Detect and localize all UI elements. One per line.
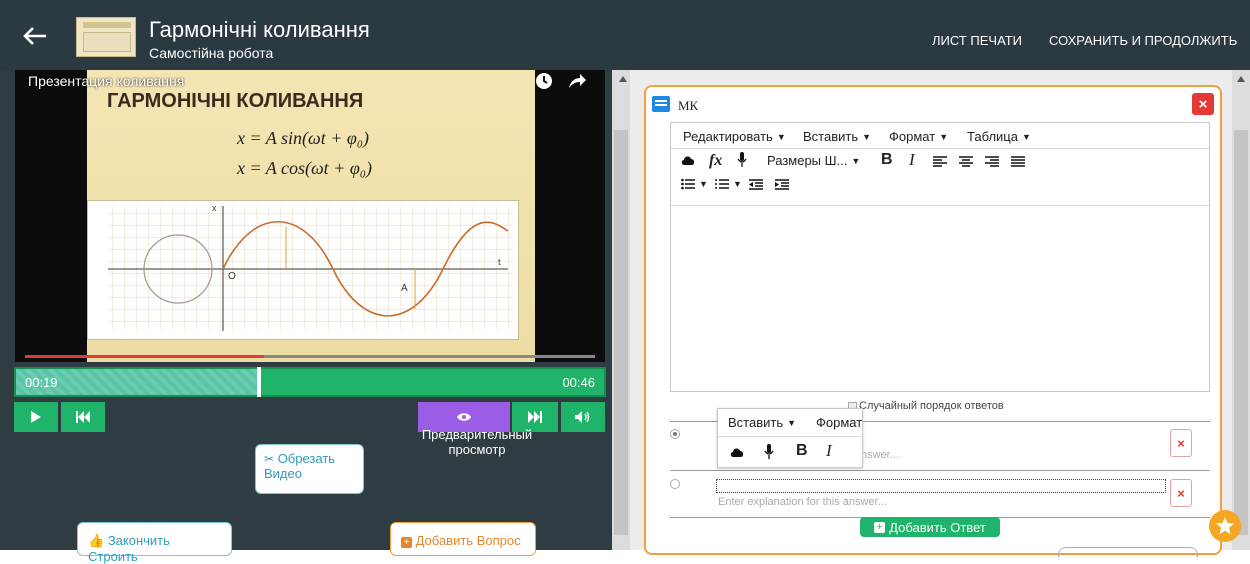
editor-content-area[interactable] xyxy=(671,205,1209,391)
save-continue-button[interactable]: СОХРАНИТЬ И ПРОДОЛЖИТЬ xyxy=(1049,33,1237,48)
answer-1-hint[interactable]: nswer... xyxy=(861,449,899,461)
slide-graph: x O A t xyxy=(87,200,519,340)
close-icon: × xyxy=(1177,485,1185,501)
cut-video-button[interactable]: ✂ Обрезать Видео xyxy=(255,444,364,494)
play-icon xyxy=(31,411,41,423)
time-current: 00:19 xyxy=(25,375,58,390)
graph-label-x: x xyxy=(212,203,217,213)
page-title: Гармонічні коливання xyxy=(149,17,370,42)
popup-cloud-upload-icon[interactable] xyxy=(730,447,744,457)
inline-editor-popup[interactable]: Вставить ▼ Формат B I xyxy=(717,408,863,468)
play-button[interactable] xyxy=(14,402,58,432)
finish-building-button[interactable]: 👍 Закончить Строить xyxy=(77,522,232,564)
close-icon: × xyxy=(1177,435,1185,451)
question-card: МК × Редактировать ▼ Вставить ▼ Формат ▼ Та… xyxy=(644,85,1222,557)
question-type-icon xyxy=(652,96,670,112)
presentation-slide: ГАРМОНІЧНІ КОЛИВАННЯ x = A sin(ωt + φ₀) … xyxy=(87,70,535,362)
skip-back-icon xyxy=(76,411,90,423)
slide-formula-2: x = A cos(ωt + φ₀) xyxy=(237,158,373,178)
print-sheet-button[interactable]: ЛИСТ ПЕЧАТИ xyxy=(932,33,1022,48)
cloud-upload-icon[interactable] xyxy=(681,155,695,165)
font-size-dropdown[interactable]: Размеры Ш... ▼ xyxy=(767,153,860,168)
add-question-label: Добавить Вопрос xyxy=(415,533,521,548)
thumbs-up-icon: 👍 xyxy=(88,533,105,548)
add-question-button[interactable]: + Добавить Вопрос xyxy=(390,522,536,556)
time-total: 00:46 xyxy=(562,375,595,390)
align-right-icon[interactable] xyxy=(985,156,999,168)
slide-heading: ГАРМОНІЧНІ КОЛИВАННЯ xyxy=(107,90,364,112)
add-answer-label: Добавить Ответ xyxy=(889,519,986,535)
microphone-icon[interactable] xyxy=(737,152,747,168)
volume-button[interactable] xyxy=(561,402,605,432)
video-caption: Презентация коливання xyxy=(28,73,185,89)
menu-table[interactable]: Таблица ▼ xyxy=(967,129,1031,144)
question-type-label: МК xyxy=(678,98,699,113)
plus-square-icon: + xyxy=(401,537,412,548)
eye-icon xyxy=(457,413,471,421)
align-justify-icon[interactable] xyxy=(1011,156,1025,168)
answer-2-input[interactable] xyxy=(716,479,1166,493)
bullet-list-icon[interactable]: ▼ xyxy=(681,178,708,190)
add-answer-button[interactable]: + Добавить Ответ xyxy=(860,517,1000,537)
graph-label-a: A xyxy=(401,283,408,294)
editor-menubar: Редактировать ▼ Вставить ▼ Формат ▼ Таблица… xyxy=(671,123,1209,149)
menu-insert[interactable]: Вставить ▼ xyxy=(803,129,871,144)
delete-question-button[interactable]: × xyxy=(1192,93,1214,115)
popup-menu-insert[interactable]: Вставить ▼ xyxy=(728,415,796,430)
rich-text-editor[interactable]: Редактировать ▼ Вставить ▼ Формат ▼ Таблица… xyxy=(670,122,1210,392)
video-player[interactable]: ГАРМОНІЧНІ КОЛИВАННЯ x = A sin(ωt + φ₀) … xyxy=(15,70,605,362)
timeline-handle[interactable] xyxy=(257,367,262,397)
question-panel: МК × Редактировать ▼ Вставить ▼ Формат ▼ Та… xyxy=(612,70,1250,557)
volume-icon xyxy=(575,411,590,423)
random-order-label: Случайный порядок ответов xyxy=(859,400,1004,412)
graph-label-o: O xyxy=(228,271,236,282)
menu-edit[interactable]: Редактировать ▼ xyxy=(683,129,786,144)
remove-answer-2-button[interactable]: × xyxy=(1170,479,1192,507)
remove-answer-1-button[interactable]: × xyxy=(1170,429,1192,457)
page-subtitle: Самостійна робота xyxy=(149,45,274,61)
popup-bold-button[interactable]: B xyxy=(796,442,808,460)
preview-label: Предварительный просмотр xyxy=(421,427,533,457)
align-left-icon[interactable] xyxy=(933,156,947,168)
right-scrollbar-thumb[interactable] xyxy=(1234,130,1248,535)
menu-format[interactable]: Формат ▼ xyxy=(889,129,948,144)
answer-1-radio[interactable] xyxy=(670,429,680,439)
formula-icon[interactable]: fx xyxy=(709,152,722,170)
skip-forward-icon xyxy=(528,411,542,423)
clock-icon[interactable] xyxy=(535,72,553,90)
slide-formula-1: x = A sin(ωt + φ₀) xyxy=(237,128,370,148)
graph-label-t: t xyxy=(498,257,501,267)
timeline-bar[interactable]: 00:19 00:46 xyxy=(14,367,606,397)
rewind-button[interactable] xyxy=(61,402,105,432)
outdent-icon[interactable] xyxy=(749,179,763,191)
lesson-thumbnail xyxy=(76,17,136,57)
share-icon[interactable] xyxy=(567,72,587,90)
right-scrollbar[interactable] xyxy=(1232,70,1250,550)
star-icon[interactable] xyxy=(1209,510,1241,542)
popup-menu-format[interactable]: Формат xyxy=(816,415,862,430)
left-scrollbar-thumb[interactable] xyxy=(614,130,628,535)
left-scrollbar[interactable] xyxy=(612,70,630,550)
top-bar: Гармонічні коливання Самостійна робота Л… xyxy=(0,0,1250,70)
answer-divider-2 xyxy=(670,470,1210,471)
back-arrow-icon[interactable] xyxy=(22,26,48,46)
italic-button[interactable]: I xyxy=(909,150,915,170)
video-seek-track[interactable] xyxy=(25,355,595,358)
bold-button[interactable]: B xyxy=(881,151,893,169)
popup-italic-button[interactable]: I xyxy=(826,441,832,461)
indent-icon[interactable] xyxy=(775,179,789,191)
cut-video-label: Обрезать Видео xyxy=(264,451,336,481)
plus-square-icon: + xyxy=(874,521,886,533)
partial-button[interactable] xyxy=(1058,547,1198,557)
align-center-icon[interactable] xyxy=(959,156,973,168)
scissors-icon: ✂ xyxy=(264,452,275,466)
answer-2-radio[interactable] xyxy=(670,479,680,489)
video-panel: ГАРМОНІЧНІ КОЛИВАННЯ x = A sin(ωt + φ₀) … xyxy=(0,70,612,564)
video-seek-fill xyxy=(25,355,265,358)
numbered-list-icon[interactable]: ▼ xyxy=(715,178,742,190)
close-icon: × xyxy=(1198,95,1208,113)
popup-microphone-icon[interactable] xyxy=(764,444,774,460)
answer-2-hint[interactable]: Enter explanation for this answer... xyxy=(718,496,887,508)
